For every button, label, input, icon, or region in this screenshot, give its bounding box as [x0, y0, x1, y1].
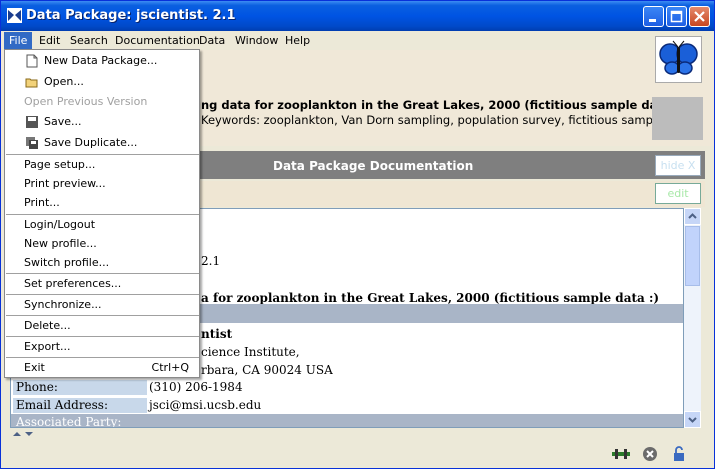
documentation-title: Data Package Documentation: [273, 159, 474, 173]
menu-item-new-profile[interactable]: New profile...: [5, 234, 199, 254]
phone-label: Phone:: [13, 380, 147, 395]
menu-item-label: Save...: [44, 115, 82, 128]
menu-file[interactable]: File: [4, 32, 33, 49]
package-keywords: Keywords: zooplankton, Van Dorn sampling…: [201, 113, 678, 127]
app-logo-icon: [7, 8, 22, 23]
save-icon: [26, 116, 38, 128]
menu-item-shortcut: Ctrl+Q: [151, 361, 189, 374]
butterfly-logo: [655, 36, 702, 83]
menu-item-page-setup[interactable]: Page setup...: [5, 155, 199, 175]
menu-data[interactable]: Data: [194, 32, 230, 49]
menu-window[interactable]: Window: [230, 32, 283, 49]
menu-item-label: Login/Logout: [24, 218, 96, 231]
associated-party-label: Associated Party:: [16, 415, 122, 428]
new-document-icon: [26, 54, 38, 68]
dataset-title-text: a for zooplankton in the Great Lakes, 20…: [201, 291, 660, 305]
menu-item-print-preview[interactable]: Print preview...: [5, 174, 199, 194]
menu-item-label: Print...: [24, 196, 60, 209]
email-label: Email Address:: [13, 398, 147, 413]
associated-party-band: Associated Party:: [11, 414, 683, 428]
menu-item-open-previous: Open Previous Version: [5, 92, 199, 112]
split-divider[interactable]: [10, 429, 705, 441]
menu-item-label: Save Duplicate...: [44, 136, 138, 149]
creator-institution: cience Institute,: [201, 345, 300, 359]
scroll-thumb[interactable]: [685, 226, 700, 286]
menu-item-label: Exit: [24, 361, 45, 374]
file-menu-dropdown: New Data Package... Open... Open Previou…: [4, 49, 200, 378]
menu-search[interactable]: Search: [65, 32, 113, 49]
menu-item-label: Set preferences...: [24, 277, 122, 290]
menu-item-label: Synchronize...: [24, 298, 102, 311]
chevron-down-icon: [688, 417, 697, 423]
menu-bar: File Edit Search Documentation Data Wind…: [1, 31, 714, 50]
menu-item-exit[interactable]: Exit Ctrl+Q: [5, 358, 199, 378]
lock-icon: [674, 446, 684, 461]
menu-documentation[interactable]: Documentation: [110, 32, 205, 49]
menu-help[interactable]: Help: [280, 32, 315, 49]
menu-edit[interactable]: Edit: [34, 32, 65, 49]
creator-address: rbara, CA 90024 USA: [201, 363, 333, 377]
minimize-button[interactable]: [643, 6, 664, 27]
menu-item-delete[interactable]: Delete...: [5, 316, 199, 336]
open-folder-icon: [25, 78, 38, 88]
menu-item-label: Open Previous Version: [24, 95, 148, 108]
vertical-scrollbar[interactable]: [684, 208, 701, 428]
close-icon: [694, 11, 705, 22]
maximize-icon: [670, 10, 683, 23]
menu-item-set-preferences[interactable]: Set preferences...: [5, 274, 199, 294]
save-duplicate-icon: [26, 137, 38, 149]
menu-item-label: Print preview...: [24, 177, 106, 190]
phone-value: (310) 206-1984: [149, 380, 243, 394]
menu-item-label: Delete...: [24, 319, 71, 332]
status-bar: [1, 442, 714, 468]
menu-item-save[interactable]: Save...: [5, 112, 199, 132]
scroll-down-button[interactable]: [684, 411, 701, 428]
minimize-icon: [649, 19, 656, 22]
menu-item-label: New profile...: [24, 237, 97, 250]
menu-item-switch-profile[interactable]: Switch profile...: [5, 253, 199, 273]
app-window: Data Package: jscientist. 2.1 File Edit …: [0, 0, 715, 469]
menu-item-synchronize[interactable]: Synchronize...: [5, 295, 199, 315]
close-button[interactable]: [689, 6, 710, 27]
menu-item-label: Page setup...: [24, 158, 96, 171]
title-bar[interactable]: Data Package: jscientist. 2.1: [1, 1, 714, 31]
package-title: ng data for zooplankton in the Great Lak…: [201, 98, 685, 112]
split-arrows-icon: [13, 432, 33, 436]
creator-name: ntist: [201, 327, 233, 341]
maximize-button[interactable]: [666, 6, 687, 27]
hide-button[interactable]: hide X: [655, 155, 701, 176]
menu-item-login[interactable]: Login/Logout: [5, 215, 199, 235]
menu-item-open[interactable]: Open...: [5, 72, 199, 92]
scroll-up-button[interactable]: [684, 208, 701, 225]
butterfly-icon: [659, 40, 698, 75]
edit-button[interactable]: edit: [655, 183, 701, 204]
menu-item-label: Export...: [24, 340, 71, 353]
email-value: jsci@msi.ucsb.edu: [149, 398, 262, 412]
version-text: 2.1: [201, 254, 221, 268]
menu-item-export[interactable]: Export...: [5, 337, 199, 357]
window-title: Data Package: jscientist. 2.1: [26, 8, 236, 23]
network-status-icon: [612, 449, 630, 459]
menu-item-print[interactable]: Print...: [5, 193, 199, 213]
menu-item-save-duplicate[interactable]: Save Duplicate...: [5, 133, 199, 153]
disconnect-icon: [643, 447, 657, 461]
menu-item-label: New Data Package...: [44, 54, 158, 67]
menu-item-new-package[interactable]: New Data Package...: [5, 51, 199, 71]
menu-item-label: Switch profile...: [24, 256, 110, 269]
package-thumbnail: [652, 97, 703, 140]
menu-item-label: Open...: [44, 75, 84, 88]
chevron-up-icon: [688, 213, 697, 219]
